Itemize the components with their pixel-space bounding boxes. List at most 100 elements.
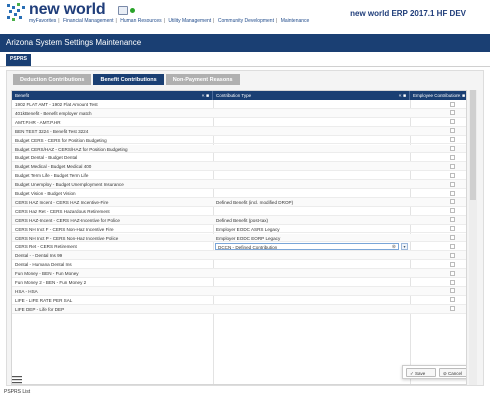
contribution-type-select[interactable]: DCCN - Defined Contribution ⊗ [215, 243, 399, 251]
table-row[interactable]: LIFE - LIFE RATE PER SAL [12, 296, 466, 305]
home-icon[interactable] [118, 6, 128, 15]
employee-contribution-checkbox[interactable] [450, 110, 455, 116]
table-row[interactable]: 401kBenefit - Benefit employer match [12, 108, 466, 118]
table-row[interactable]: Budget CERS - CERS for Position Budgetin… [12, 136, 466, 145]
app-header: new world myFavorites | Financial Managem… [0, 0, 490, 28]
benefit-cell: CERS NH Inct P - CERS Non-Haz Incentive … [15, 235, 119, 241]
benefit-cell: BEN TEST 3224 - Benefit Test 3224 [15, 128, 89, 134]
page-title: Arizona System Settings Maintenance [0, 34, 490, 52]
employee-contribution-checkbox[interactable] [450, 190, 455, 196]
save-button[interactable]: ✓ Save [406, 368, 436, 377]
employee-contribution-checkbox[interactable] [450, 128, 455, 134]
table-row[interactable]: CERS HAZ-Incent - CERS HAZ-Incentive for… [12, 215, 466, 225]
employee-contribution-checkbox[interactable] [450, 279, 455, 285]
employee-contribution-checkbox[interactable] [450, 101, 455, 107]
table-row[interactable]: CERS NH Inct F - CERS Non-Haz Incentive … [12, 225, 466, 234]
nav-link-hr[interactable]: Human Resources [120, 18, 161, 24]
table-row[interactable]: Budget Term Life - Budget Term Life [12, 171, 466, 181]
contribution-type-cell[interactable]: Employer EODC EORP Legacy [216, 236, 396, 241]
version-label: new world ERP 2017.1 HF DEV [350, 9, 466, 18]
benefit-cell: Budget Medical - Budget Medical 400 [15, 164, 92, 170]
brand-name: new world [29, 1, 106, 18]
benefit-cell: CERS HAZ Incent - CERS HAZ Incentive-Fir… [15, 199, 109, 205]
column-menu-icon[interactable]: « ■ [202, 93, 209, 99]
contribution-type-cell[interactable]: Employer EODC ASRS Legacy [216, 227, 396, 232]
benefit-cell: CERS Ret - CERS Retirement [15, 244, 77, 250]
employee-contribution-checkbox[interactable] [450, 181, 455, 187]
scrollbar-thumb[interactable] [470, 90, 476, 200]
list-icon[interactable] [12, 376, 22, 384]
contribution-type-cell[interactable]: Defined Benefit (post-tax) [216, 218, 396, 223]
table-row[interactable]: Budget Dental - Budget Dental [12, 153, 466, 163]
nav-link-maintenance[interactable]: Maintenance [281, 18, 310, 24]
employee-contribution-checkbox[interactable] [450, 146, 455, 151]
benefit-cell: Budget Vision - Budget Vision [15, 191, 76, 196]
cancel-button[interactable]: ⊘ Cancel [439, 368, 466, 377]
employee-contribution-checkbox[interactable] [450, 163, 455, 169]
employee-contribution-checkbox[interactable] [450, 217, 455, 223]
tab-deduction-contributions[interactable]: Deduction Contributions [13, 74, 92, 85]
benefit-cell: HSA - HSA [15, 288, 38, 294]
employee-contribution-checkbox[interactable] [450, 252, 455, 258]
employee-contribution-checkbox[interactable] [450, 297, 455, 303]
nav-link-utility[interactable]: Utility Management [168, 18, 211, 24]
table-row[interactable]: Budget Unemploy - Budget Unemployment In… [12, 180, 466, 189]
table-row[interactable]: Fun Money - BEN - Fun Money [12, 269, 466, 278]
employee-contribution-checkbox[interactable] [450, 137, 455, 143]
status-dot-icon [130, 8, 135, 13]
contribution-type-cell[interactable]: Defined Benefit (incl. modified DROP) [216, 200, 396, 205]
employee-contribution-checkbox[interactable] [450, 288, 455, 294]
employee-contribution-checkbox[interactable] [450, 172, 455, 178]
top-navigation: myFavorites | Financial Management | Human… [29, 18, 310, 24]
vertical-scrollbar[interactable] [469, 90, 477, 385]
employee-contribution-checkbox[interactable] [450, 119, 455, 125]
logo-icon [7, 3, 25, 21]
column-label-contribution-type: Contribution Type [216, 93, 252, 98]
employee-contribution-checkbox[interactable] [450, 306, 455, 312]
table-row[interactable]: CERS Haz Ret - CERS Hazardous Retirement [12, 207, 466, 216]
content-panel: Deduction Contributions Benefit Contribu… [6, 70, 484, 386]
table-row[interactable]: CERS HAZ Incent - CERS HAZ Incentive-Fir… [12, 197, 466, 207]
contribution-type-value: DCCN - Defined Contribution [218, 244, 278, 250]
table-row[interactable]: Budget Vision - Budget Vision [12, 189, 466, 198]
benefit-cell: LIFE DEP - Life for DEP [15, 306, 65, 312]
nav-link-community[interactable]: Community Development [218, 18, 274, 24]
employee-contribution-checkbox[interactable] [450, 226, 455, 232]
employee-contribution-checkbox[interactable] [450, 208, 455, 214]
column-menu-icon[interactable]: « ■ [399, 93, 406, 99]
table-row[interactable]: Fun Money 2 - BEN - Fun Money 2 [12, 278, 466, 287]
benefit-cell: Budget CERS - CERS for Position Budgetin… [15, 137, 107, 143]
employee-contribution-checkbox[interactable] [450, 154, 455, 160]
column-header-employee-contribution[interactable]: Employee Contribution « ■ [410, 91, 466, 100]
grid-header: Benefit « ■ Contribution Type « ■ Employ… [12, 91, 466, 100]
column-header-benefit[interactable]: Benefit « ■ [12, 91, 213, 100]
nav-link-financial[interactable]: Financial Management [63, 18, 114, 24]
table-row[interactable]: AMT.P.HR - AMT.P.HR [12, 118, 466, 127]
tab-benefit-contributions[interactable]: Benefit Contributions [93, 74, 164, 85]
clear-icon[interactable]: ⊗ [392, 244, 396, 250]
table-row[interactable]: BEN TEST 3224 - Benefit Test 3224 [12, 126, 466, 136]
employee-contribution-checkbox[interactable] [450, 270, 455, 276]
table-row[interactable]: Dental - - Dental Ins 99 [12, 251, 466, 261]
subtab-bar: PSPRS [0, 52, 490, 67]
tab-non-payment-reasons[interactable]: Non-Payment Reasons [165, 74, 240, 85]
table-row[interactable]: 1902 FLAT AMT - 1902 Flat Amount Test [12, 100, 466, 109]
nav-link-favorites[interactable]: myFavorites [29, 18, 56, 24]
employee-contribution-checkbox[interactable] [450, 243, 455, 249]
employee-contribution-checkbox[interactable] [450, 199, 455, 205]
footer-label[interactable]: PSPRS List [4, 389, 30, 395]
table-row[interactable]: LIFE DEP - Life for DEP [12, 304, 466, 314]
subtab-psprs[interactable]: PSPRS [6, 54, 31, 66]
table-row[interactable]: CERS Ret - CERS Retirement DCCN - Defined… [12, 242, 466, 252]
table-row[interactable]: CERS NH Inct P - CERS Non-Haz Incentive … [12, 233, 466, 243]
table-row[interactable]: HSA - HSA [12, 286, 466, 296]
column-header-contribution-type[interactable]: Contribution Type « ■ [213, 91, 410, 100]
employee-contribution-checkbox[interactable] [450, 261, 455, 267]
employee-contribution-checkbox[interactable] [450, 235, 455, 240]
table-row[interactable]: Dental - Humana Dental Ins [12, 260, 466, 270]
column-menu-icon[interactable]: « ■ [458, 93, 465, 99]
benefit-grid: Benefit « ■ Contribution Type « ■ Employ… [11, 90, 467, 385]
table-row[interactable]: Budget Medical - Budget Medical 400 [12, 162, 466, 172]
chevron-down-icon[interactable]: ▾ [401, 243, 408, 251]
table-row[interactable]: Budget CERS/HAZ - CERS/HAZ for Position … [12, 144, 466, 154]
